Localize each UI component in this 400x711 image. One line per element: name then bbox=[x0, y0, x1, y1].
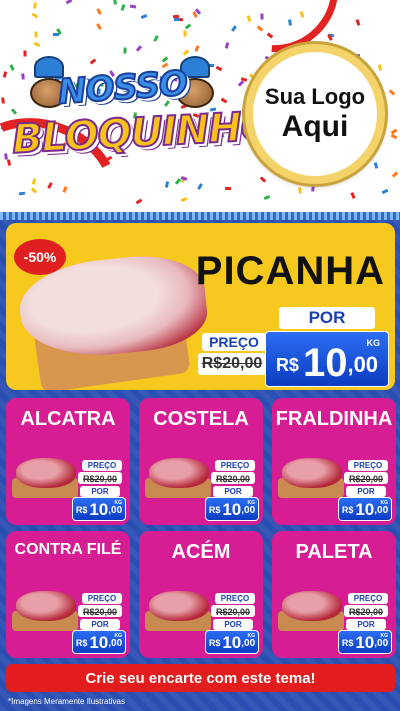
product-meat-image bbox=[282, 458, 342, 488]
old-price: R$20,00 bbox=[344, 605, 388, 617]
title-line1: NOSSO bbox=[56, 63, 190, 114]
old-price: R$20,00 bbox=[211, 605, 255, 617]
carnival-title: NOSSO BLOQUINHO bbox=[10, 56, 276, 172]
cta-button[interactable]: Crie seu encarte com este tema! bbox=[6, 664, 395, 692]
old-price: R$20,00 bbox=[198, 353, 266, 375]
product-name: CONTRA FILÉ bbox=[14, 541, 122, 558]
preco-label: PREÇO bbox=[215, 593, 255, 604]
product-price: R$ 10,00 KG bbox=[338, 630, 392, 654]
por-label: POR bbox=[346, 486, 386, 497]
product-price: R$ 10,00 KG bbox=[72, 497, 126, 521]
por-label: POR bbox=[80, 619, 120, 630]
product-meat-image bbox=[149, 458, 209, 488]
product-price: R$ 10,00 KG bbox=[205, 630, 259, 654]
old-price: R$20,00 bbox=[78, 472, 122, 484]
product-card[interactable]: ALCATRA PREÇO R$20,00 POR R$ 10,00 KG bbox=[6, 398, 130, 525]
por-label: POR bbox=[213, 619, 253, 630]
product-name: ALCATRA bbox=[20, 408, 116, 430]
por-label: POR bbox=[346, 619, 386, 630]
product-name: PALETA bbox=[295, 541, 373, 563]
product-price: R$ 10,00 KG bbox=[338, 497, 392, 521]
logo-text-line1: Sua Logo bbox=[264, 84, 366, 109]
old-price: R$20,00 bbox=[211, 472, 255, 484]
header-banner: NOSSO BLOQUINHO Sua Logo Aqui bbox=[0, 0, 400, 212]
old-price: R$20,00 bbox=[344, 472, 388, 484]
preco-label: PREÇO bbox=[202, 333, 266, 351]
featured-product-card[interactable]: -50% PICANHA POR PREÇO R$20,00 R$ 10 ,00… bbox=[6, 223, 395, 390]
sparkle-band bbox=[0, 212, 400, 220]
product-card[interactable]: CONTRA FILÉ PREÇO R$20,00 POR R$ 10,00 KG bbox=[6, 531, 130, 658]
product-price: R$ 10,00 KG bbox=[205, 497, 259, 521]
product-card[interactable]: PALETA PREÇO R$20,00 POR R$ 10,00 KG bbox=[272, 531, 396, 658]
product-card[interactable]: COSTELA PREÇO R$20,00 POR R$ 10,00 KG bbox=[139, 398, 263, 525]
product-name: FRALDINHA bbox=[275, 408, 393, 430]
footnote: *Imagens Meramente Ilustrativas bbox=[8, 697, 125, 706]
product-meat-image bbox=[282, 591, 342, 621]
product-meat-image bbox=[16, 591, 76, 621]
preco-label: PREÇO bbox=[348, 460, 388, 471]
product-card[interactable]: FRALDINHA PREÇO R$20,00 POR R$ 10,00 KG bbox=[272, 398, 396, 525]
preco-label: PREÇO bbox=[82, 460, 122, 471]
product-card[interactable]: ACÉM PREÇO R$20,00 POR R$ 10,00 KG bbox=[139, 531, 263, 658]
featured-product-name: PICANHA bbox=[195, 249, 385, 293]
product-name: COSTELA bbox=[153, 408, 249, 430]
product-meat-image bbox=[149, 591, 209, 621]
por-label: POR bbox=[279, 307, 375, 329]
preco-label: PREÇO bbox=[215, 460, 255, 471]
preco-label: PREÇO bbox=[348, 593, 388, 604]
logo-text-line2: Aqui bbox=[281, 110, 349, 143]
featured-price: R$ 10 ,00 KG bbox=[265, 331, 389, 387]
por-label: POR bbox=[80, 486, 120, 497]
discount-badge: -50% bbox=[14, 239, 66, 275]
old-price: R$20,00 bbox=[78, 605, 122, 617]
product-meat-image bbox=[16, 458, 76, 488]
por-label: POR bbox=[213, 486, 253, 497]
preco-label: PREÇO bbox=[82, 593, 122, 604]
title-line2: BLOQUINHO bbox=[10, 102, 276, 164]
product-name: ACÉM bbox=[171, 541, 231, 563]
logo-placeholder[interactable]: Sua Logo Aqui bbox=[245, 44, 385, 184]
product-price: R$ 10,00 KG bbox=[72, 630, 126, 654]
